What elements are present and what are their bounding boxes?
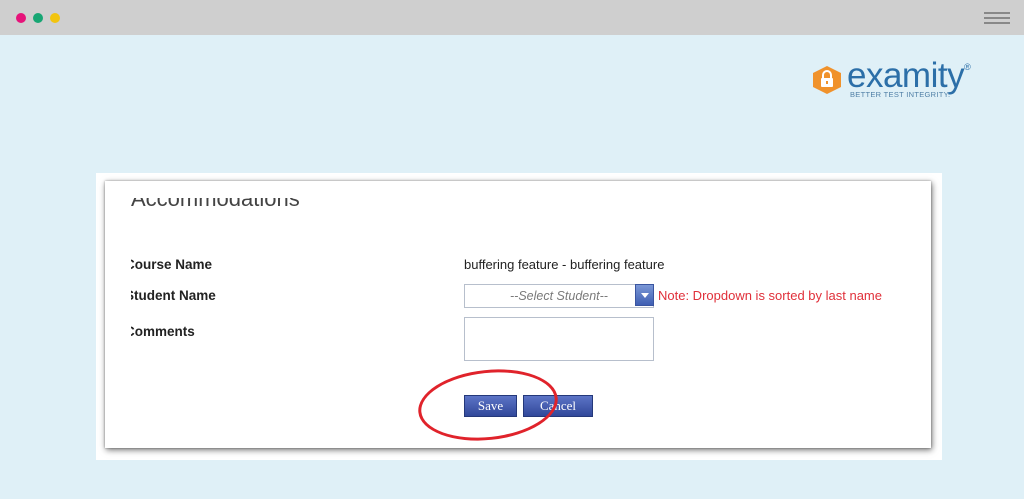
student-name-label: Student Name bbox=[131, 288, 216, 303]
menu-icon[interactable] bbox=[984, 12, 1010, 24]
course-name-label: Course Name bbox=[131, 257, 213, 272]
page-title: Accommodations bbox=[131, 198, 300, 211]
chevron-down-icon[interactable] bbox=[635, 284, 654, 306]
dropdown-note: Note: Dropdown is sorted by last name bbox=[658, 288, 882, 303]
comments-field[interactable] bbox=[464, 317, 654, 361]
window-dot-green[interactable] bbox=[33, 13, 43, 23]
logo-tagline: BETTER TEST INTEGRITY. bbox=[850, 90, 951, 99]
examity-logo: examity® BETTER TEST INTEGRITY. bbox=[813, 56, 983, 102]
lock-icon bbox=[813, 66, 841, 94]
student-select[interactable]: --Select Student-- bbox=[464, 284, 654, 308]
comments-label: Comments bbox=[131, 324, 195, 339]
student-select-placeholder: --Select Student-- bbox=[510, 289, 608, 303]
browser-top-bar bbox=[0, 0, 1024, 35]
course-name-value: buffering feature - buffering feature bbox=[464, 257, 665, 272]
window-dot-yellow[interactable] bbox=[50, 13, 60, 23]
window-dot-pink[interactable] bbox=[16, 13, 26, 23]
